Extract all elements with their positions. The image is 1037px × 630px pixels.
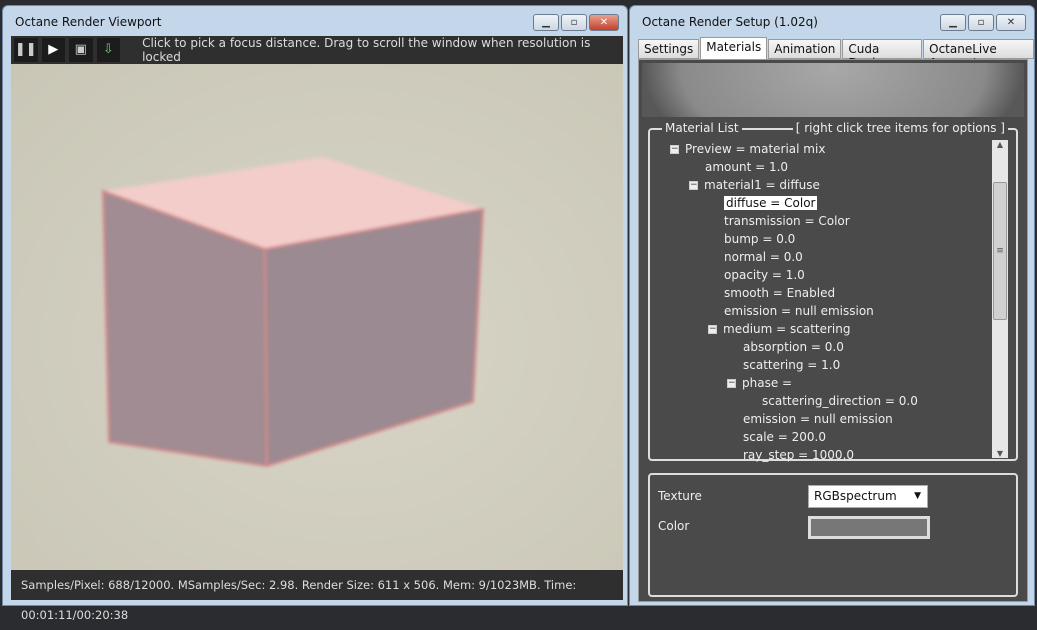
pause-icon[interactable]: ❚❚ <box>14 38 38 62</box>
tree-item[interactable]: emission = null emission <box>743 410 893 428</box>
tree-item-label: smooth = Enabled <box>724 286 836 300</box>
tree-item-label: material1 = diffuse <box>704 178 820 192</box>
window-title: Octane Render Viewport <box>15 15 162 29</box>
export-image-icon[interactable]: ⇩ <box>96 38 121 62</box>
minimize-button[interactable]: ▁ <box>940 14 966 31</box>
tree-item[interactable]: smooth = Enabled <box>724 284 835 302</box>
tab-settings[interactable]: Settings <box>638 39 700 59</box>
tree-item-label: transmission = Color <box>724 214 850 228</box>
texture-label: Texture <box>658 489 702 503</box>
tree-item-label: diffuse = Color <box>724 196 818 210</box>
tree-item-label: phase = <box>742 376 793 390</box>
tree-item-label: emission = null emission <box>724 304 874 318</box>
tree-item[interactable]: transmission = Color <box>724 212 850 230</box>
properties-group: Texture RGBspectrum ▼ Color <box>648 473 1018 597</box>
material-list-label: Material List <box>662 121 742 135</box>
tree-item-label: emission = null emission <box>743 412 893 426</box>
tab-materials[interactable]: Materials <box>700 37 768 59</box>
chevron-down-icon: ▼ <box>914 491 921 501</box>
tree-item[interactable]: opacity = 1.0 <box>724 266 805 284</box>
maximize-button[interactable]: ▫ <box>561 14 587 31</box>
texture-select[interactable]: RGBspectrum ▼ <box>808 485 928 508</box>
close-button[interactable]: ✕ <box>589 14 619 31</box>
scrollbar-thumb[interactable]: ≡ <box>993 182 1007 320</box>
tree-item-label: Preview = material mix <box>685 142 826 156</box>
color-label: Color <box>658 519 690 533</box>
tree-item[interactable]: emission = null emission <box>724 302 874 320</box>
screen-region-icon[interactable]: ▣ <box>69 38 93 62</box>
tree-item-label: scattering = 1.0 <box>743 358 841 372</box>
toolbar: ❚❚ ▶ ▣ ⇩ Click to pick a focus distance.… <box>11 36 623 64</box>
tree-item[interactable]: absorption = 0.0 <box>743 338 844 356</box>
material-preview <box>642 63 1024 117</box>
tree-item[interactable]: bump = 0.0 <box>724 230 795 248</box>
tree-item[interactable]: − Preview = material mix <box>670 140 825 158</box>
maximize-button[interactable]: ▫ <box>968 14 994 31</box>
tree-item-label: opacity = 1.0 <box>724 268 805 282</box>
tree-item-label: absorption = 0.0 <box>743 340 844 354</box>
materials-panel: Material List [ right click tree items f… <box>638 59 1028 602</box>
tab-octanelive-account[interactable]: OctaneLive Account <box>923 39 1034 70</box>
viewport-window: Octane Render Viewport ▁ ▫ ✕ ❚❚ ▶ ▣ ⇩ Cl… <box>2 5 628 622</box>
render-view[interactable] <box>11 64 623 570</box>
tree-item-label: amount = 1.0 <box>705 160 789 174</box>
collapse-icon[interactable]: − <box>708 325 717 334</box>
toolbar-hint: Click to pick a focus distance. Drag to … <box>142 36 591 64</box>
texture-value: RGBspectrum <box>814 489 897 503</box>
collapse-icon[interactable]: − <box>670 145 679 154</box>
minimize-button[interactable]: ▁ <box>533 14 559 31</box>
tab-cuda-devices[interactable]: Cuda Devices <box>842 39 923 70</box>
tree-item-label: scattering_direction = 0.0 <box>762 394 918 408</box>
tree-item[interactable]: scattering = 1.0 <box>743 356 840 374</box>
collapse-icon[interactable]: − <box>689 181 698 190</box>
tree-item[interactable]: − material1 = diffuse <box>689 176 820 194</box>
material-list-hint: [ right click tree items for options ] <box>792 121 1008 135</box>
tree-item[interactable]: scattering_direction = 0.0 <box>762 392 918 410</box>
tree-item[interactable]: − medium = scattering <box>708 320 851 338</box>
tree-item-label: bump = 0.0 <box>724 232 796 246</box>
tree-scrollbar[interactable]: ▲ ≡ ▼ <box>992 140 1008 458</box>
material-list-group: Material List [ right click tree items f… <box>648 121 1018 464</box>
tree-item-label: ray_step = 1000.0 <box>743 448 855 462</box>
setup-window: Octane Render Setup (1.02q) ▁ ▫ ✕ Settin… <box>629 5 1035 606</box>
rendered-cube <box>101 157 485 468</box>
tree-item[interactable]: diffuse = Color <box>724 194 818 212</box>
close-button[interactable]: ✕ <box>996 14 1026 31</box>
window-title: Octane Render Setup (1.02q) <box>642 15 818 29</box>
tree-item-label: normal = 0.0 <box>724 250 803 264</box>
tree-item[interactable]: − phase = <box>727 374 792 392</box>
collapse-icon[interactable]: − <box>727 379 736 388</box>
tree-item-label: medium = scattering <box>723 322 851 336</box>
tree-item[interactable]: ray_step = 1000.0 <box>743 446 854 464</box>
status-bar: Samples/Pixel: 688/12000. MSamples/Sec: … <box>11 570 623 622</box>
tree-item-label: scale = 200.0 <box>743 430 826 444</box>
tree-item[interactable]: amount = 1.0 <box>705 158 788 176</box>
cube-right-face <box>263 207 485 468</box>
tab-animation[interactable]: Animation <box>768 39 842 59</box>
color-swatch[interactable] <box>808 516 930 539</box>
tab-bar: Settings Materials Animation Cuda Device… <box>638 37 1034 70</box>
tree-item[interactable]: normal = 0.0 <box>724 248 803 266</box>
tree-item[interactable]: scale = 200.0 <box>743 428 826 446</box>
play-icon[interactable]: ▶ <box>41 38 66 62</box>
